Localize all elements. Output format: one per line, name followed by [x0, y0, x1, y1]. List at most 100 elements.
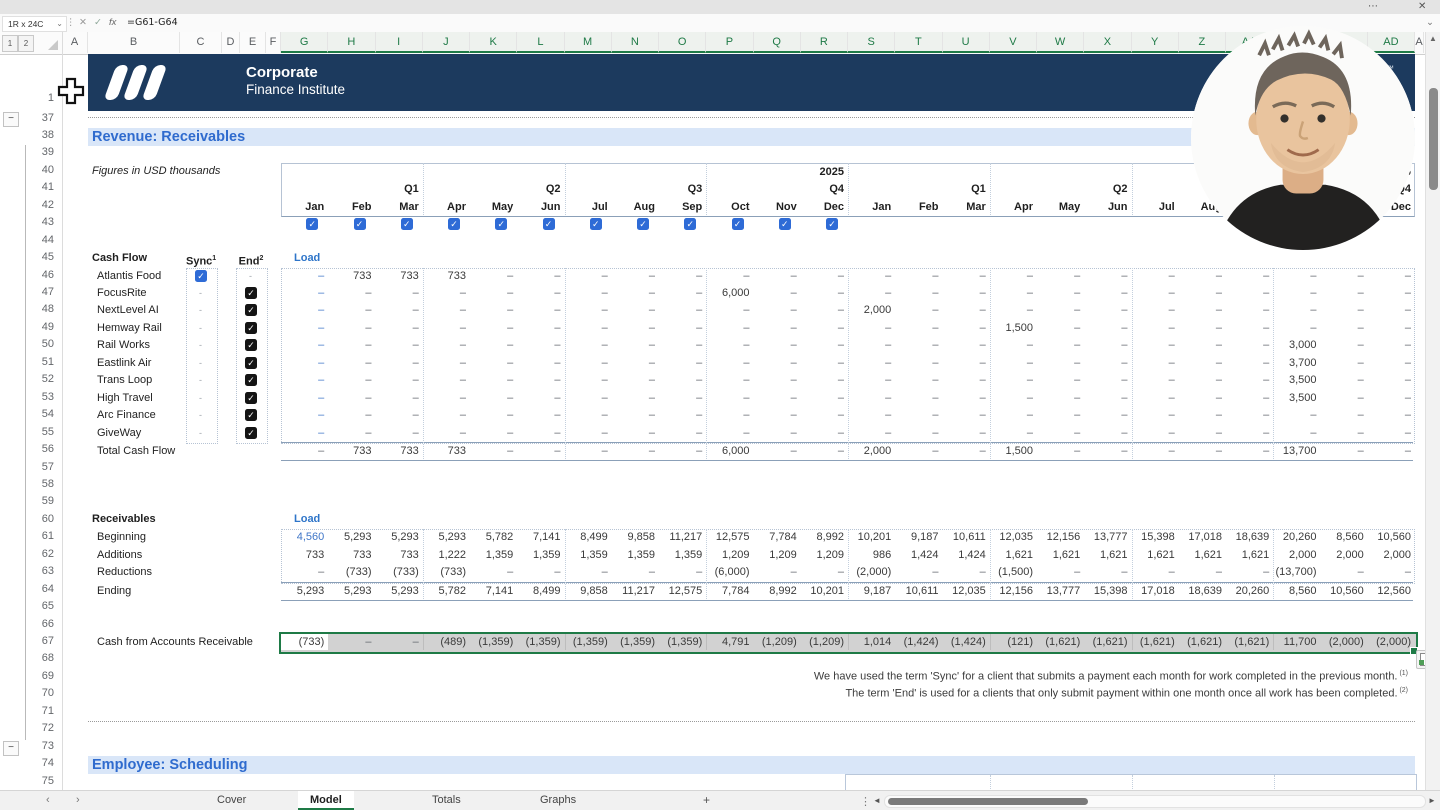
receivables-values-2-cell[interactable]: –	[801, 564, 848, 581]
receivables-values-0-cell[interactable]: 13,777	[1084, 529, 1131, 546]
row-header-68[interactable]: 68	[26, 652, 54, 664]
cash-flow-values-6-cell[interactable]: –	[801, 372, 848, 389]
tab-model[interactable]: Model	[298, 791, 354, 810]
cash-flow-values-0-cell[interactable]: –	[706, 268, 753, 285]
cash-flow-values-5-cell[interactable]: 3,700	[1273, 355, 1320, 372]
receivables-values-0-cell[interactable]: 15,398	[1132, 529, 1179, 546]
cash-flow-values-0-cell[interactable]: –	[895, 268, 942, 285]
cash-flow-values-5-cell[interactable]: –	[848, 355, 895, 372]
cash-flow-values-1-cell[interactable]: –	[328, 285, 375, 302]
cash-flow-values-5-cell[interactable]: –	[328, 355, 375, 372]
receivables-values-3-cell[interactable]: 18,639	[1179, 583, 1226, 600]
receivables-values-2-cell[interactable]: (733)	[376, 564, 423, 581]
cash-flow-values-9-cell[interactable]: –	[328, 425, 375, 442]
window-more-icon[interactable]: ⋯	[1368, 1, 1378, 12]
formula-collapse-icon[interactable]: ⌄	[1426, 16, 1434, 30]
column-header-W[interactable]: W	[1037, 32, 1084, 53]
receivables-values-0-cell[interactable]: 18,639	[1226, 529, 1273, 546]
cash-flow-values-8-cell[interactable]: –	[1226, 407, 1273, 424]
cash-flow-values-7-cell[interactable]: –	[1368, 390, 1415, 407]
row-header-48[interactable]: 48	[26, 303, 54, 315]
cash-flow-values-8-cell[interactable]: –	[612, 407, 659, 424]
cash-flow-values-7-cell[interactable]: –	[1084, 390, 1131, 407]
total-cash-flow-values-cell[interactable]: –	[281, 443, 328, 460]
row-header-64[interactable]: 64	[26, 583, 54, 595]
receivables-values-1-cell[interactable]: 1,359	[470, 547, 517, 564]
cash-flow-values-1-cell[interactable]: –	[943, 285, 990, 302]
receivables-values-3-cell[interactable]: 12,575	[659, 583, 706, 600]
receivables-values-0-cell[interactable]: 7,141	[517, 529, 564, 546]
row-header-61[interactable]: 61	[26, 530, 54, 542]
cash-flow-values-9-cell[interactable]: –	[848, 425, 895, 442]
cancel-icon[interactable]: ✕	[79, 16, 87, 30]
cash-flow-values-4-cell[interactable]: –	[706, 337, 753, 354]
receivables-values-0-cell[interactable]: 10,560	[1368, 529, 1415, 546]
total-cash-flow-values-cell[interactable]: –	[659, 443, 706, 460]
receivables-values-1-cell[interactable]: 1,621	[990, 547, 1037, 564]
cash-flow-values-8-cell[interactable]: –	[801, 407, 848, 424]
horizontal-scrollbar[interactable]	[884, 795, 1426, 808]
cash-from-ar-values-cell[interactable]: (1,359)	[517, 634, 564, 651]
cash-flow-values-9-cell[interactable]: –	[754, 425, 801, 442]
cash-flow-values-9-cell[interactable]: –	[470, 425, 517, 442]
cash-flow-values-2-cell[interactable]: –	[706, 302, 753, 319]
month-checkbox[interactable]: ✓	[637, 218, 649, 230]
cash-flow-values-3-cell[interactable]: –	[281, 320, 328, 337]
cash-flow-values-8-cell[interactable]: –	[706, 407, 753, 424]
total-cash-flow-values-cell[interactable]: –	[470, 443, 517, 460]
row-header-51[interactable]: 51	[26, 356, 54, 368]
cash-flow-values-7-cell[interactable]: –	[990, 390, 1037, 407]
total-cash-flow-values-cell[interactable]: –	[801, 443, 848, 460]
receivables-load-link[interactable]: Load	[294, 511, 320, 528]
total-cash-flow-values-cell[interactable]: 13,700	[1273, 443, 1320, 460]
row-header-38[interactable]: 38	[26, 129, 54, 141]
tab-totals[interactable]: Totals	[420, 791, 473, 810]
sync-unchecked-1[interactable]: -	[199, 288, 202, 298]
window-close-icon[interactable]: ✕	[1418, 1, 1426, 12]
row-header-47[interactable]: 47	[26, 286, 54, 298]
cash-from-ar-values-cell[interactable]: –	[328, 634, 375, 651]
receivables-values-0-cell[interactable]: 10,201	[848, 529, 895, 546]
receivables-values-2-cell[interactable]: –	[1132, 564, 1179, 581]
receivables-values-3-cell[interactable]: 10,611	[895, 583, 942, 600]
receivables-values-2-cell[interactable]: –	[895, 564, 942, 581]
cash-flow-values-1-cell[interactable]: –	[848, 285, 895, 302]
receivables-values-1-cell[interactable]: 2,000	[1321, 547, 1368, 564]
cash-from-ar-values-cell[interactable]: (1,209)	[754, 634, 801, 651]
cash-flow-values-8-cell[interactable]: –	[1179, 407, 1226, 424]
total-cash-flow-values-cell[interactable]: –	[1321, 443, 1368, 460]
cash-flow-values-8-cell[interactable]: –	[990, 407, 1037, 424]
cash-flow-values-0-cell[interactable]: 733	[328, 268, 375, 285]
receivables-values-0-cell[interactable]: 17,018	[1179, 529, 1226, 546]
cash-flow-values-8-cell[interactable]: –	[281, 407, 328, 424]
cash-flow-values-9-cell[interactable]: –	[943, 425, 990, 442]
receivables-values-3-cell[interactable]: 5,293	[376, 583, 423, 600]
cash-from-ar-values-cell[interactable]: (1,359)	[565, 634, 612, 651]
receivables-values-1-cell[interactable]: 1,209	[706, 547, 753, 564]
receivables-values-0-cell[interactable]: 7,784	[754, 529, 801, 546]
column-header-R[interactable]: R	[801, 32, 848, 53]
cash-flow-values-5-cell[interactable]: –	[1179, 355, 1226, 372]
cash-flow-values-7-cell[interactable]: –	[328, 390, 375, 407]
cash-flow-values-1-cell[interactable]: –	[1132, 285, 1179, 302]
receivables-values-0-cell[interactable]: 9,858	[612, 529, 659, 546]
cash-flow-values-5-cell[interactable]: –	[517, 355, 564, 372]
cash-flow-values-5-cell[interactable]: –	[706, 355, 753, 372]
receivables-values-0-cell[interactable]: 11,217	[659, 529, 706, 546]
cash-flow-values-6-cell[interactable]: –	[1084, 372, 1131, 389]
row-header-73[interactable]: 73	[26, 740, 54, 752]
fx-icon[interactable]: fx	[109, 16, 116, 30]
row-header-65[interactable]: 65	[26, 600, 54, 612]
cash-flow-values-1-cell[interactable]: –	[376, 285, 423, 302]
column-header-V[interactable]: V	[990, 32, 1037, 53]
cash-flow-values-7-cell[interactable]: –	[1179, 390, 1226, 407]
receivables-values-3-cell[interactable]: 12,035	[943, 583, 990, 600]
total-cash-flow-values-cell[interactable]: –	[517, 443, 564, 460]
end-checkbox-3[interactable]: ✓	[245, 322, 257, 334]
sync-unchecked-2[interactable]: -	[199, 305, 202, 315]
row-header-52[interactable]: 52	[26, 373, 54, 385]
outline-level-2-button[interactable]: 2	[18, 35, 34, 52]
cash-flow-values-3-cell[interactable]: –	[565, 320, 612, 337]
cash-flow-values-9-cell[interactable]: –	[706, 425, 753, 442]
cash-flow-values-3-cell[interactable]: –	[1368, 320, 1415, 337]
